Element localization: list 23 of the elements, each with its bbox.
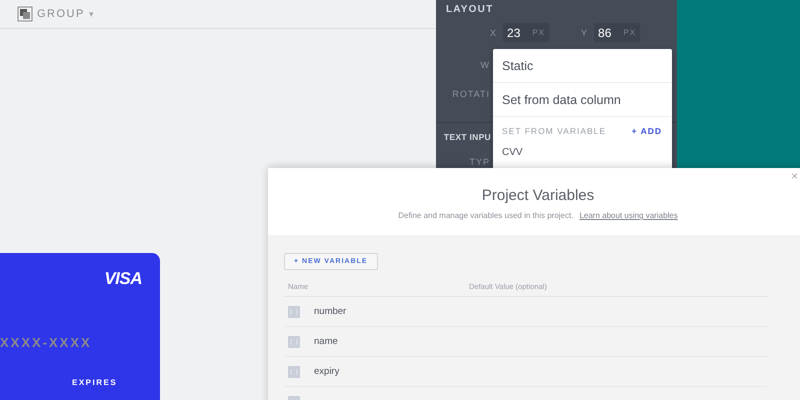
variable-name: name [314, 336, 338, 347]
y-label: Y [581, 28, 588, 38]
x-field[interactable]: 23 PX [503, 23, 550, 42]
expires-label: EXPIRES [72, 378, 118, 387]
menu-item[interactable]: Static [493, 49, 672, 83]
menu-section-header: SET FROM VARIABLE [502, 126, 606, 136]
menu-item[interactable]: CVV [493, 136, 672, 169]
card-number: XXXX-XXXX [0, 335, 92, 350]
menu-item[interactable]: Set from data column [493, 83, 672, 117]
modal-subtitle: Define and manage variables used in this project. [398, 211, 574, 220]
add-link[interactable]: + ADD [632, 126, 662, 136]
help-link[interactable]: Learn about using variables [579, 211, 678, 220]
field-label: ROTATI [452, 89, 490, 99]
modal-title: Project Variables [482, 187, 594, 204]
x-label: X [490, 28, 498, 38]
variable-name: expiry [314, 366, 340, 377]
variable-name: number [314, 306, 346, 317]
y-field[interactable]: 86 PX [594, 23, 640, 42]
section-title: LAYOUT [446, 4, 494, 15]
field-label: TYP [469, 157, 490, 167]
section-title: TEXT INPU [444, 132, 491, 142]
field-label: W [480, 60, 490, 70]
card-brand: VISA [104, 269, 142, 289]
